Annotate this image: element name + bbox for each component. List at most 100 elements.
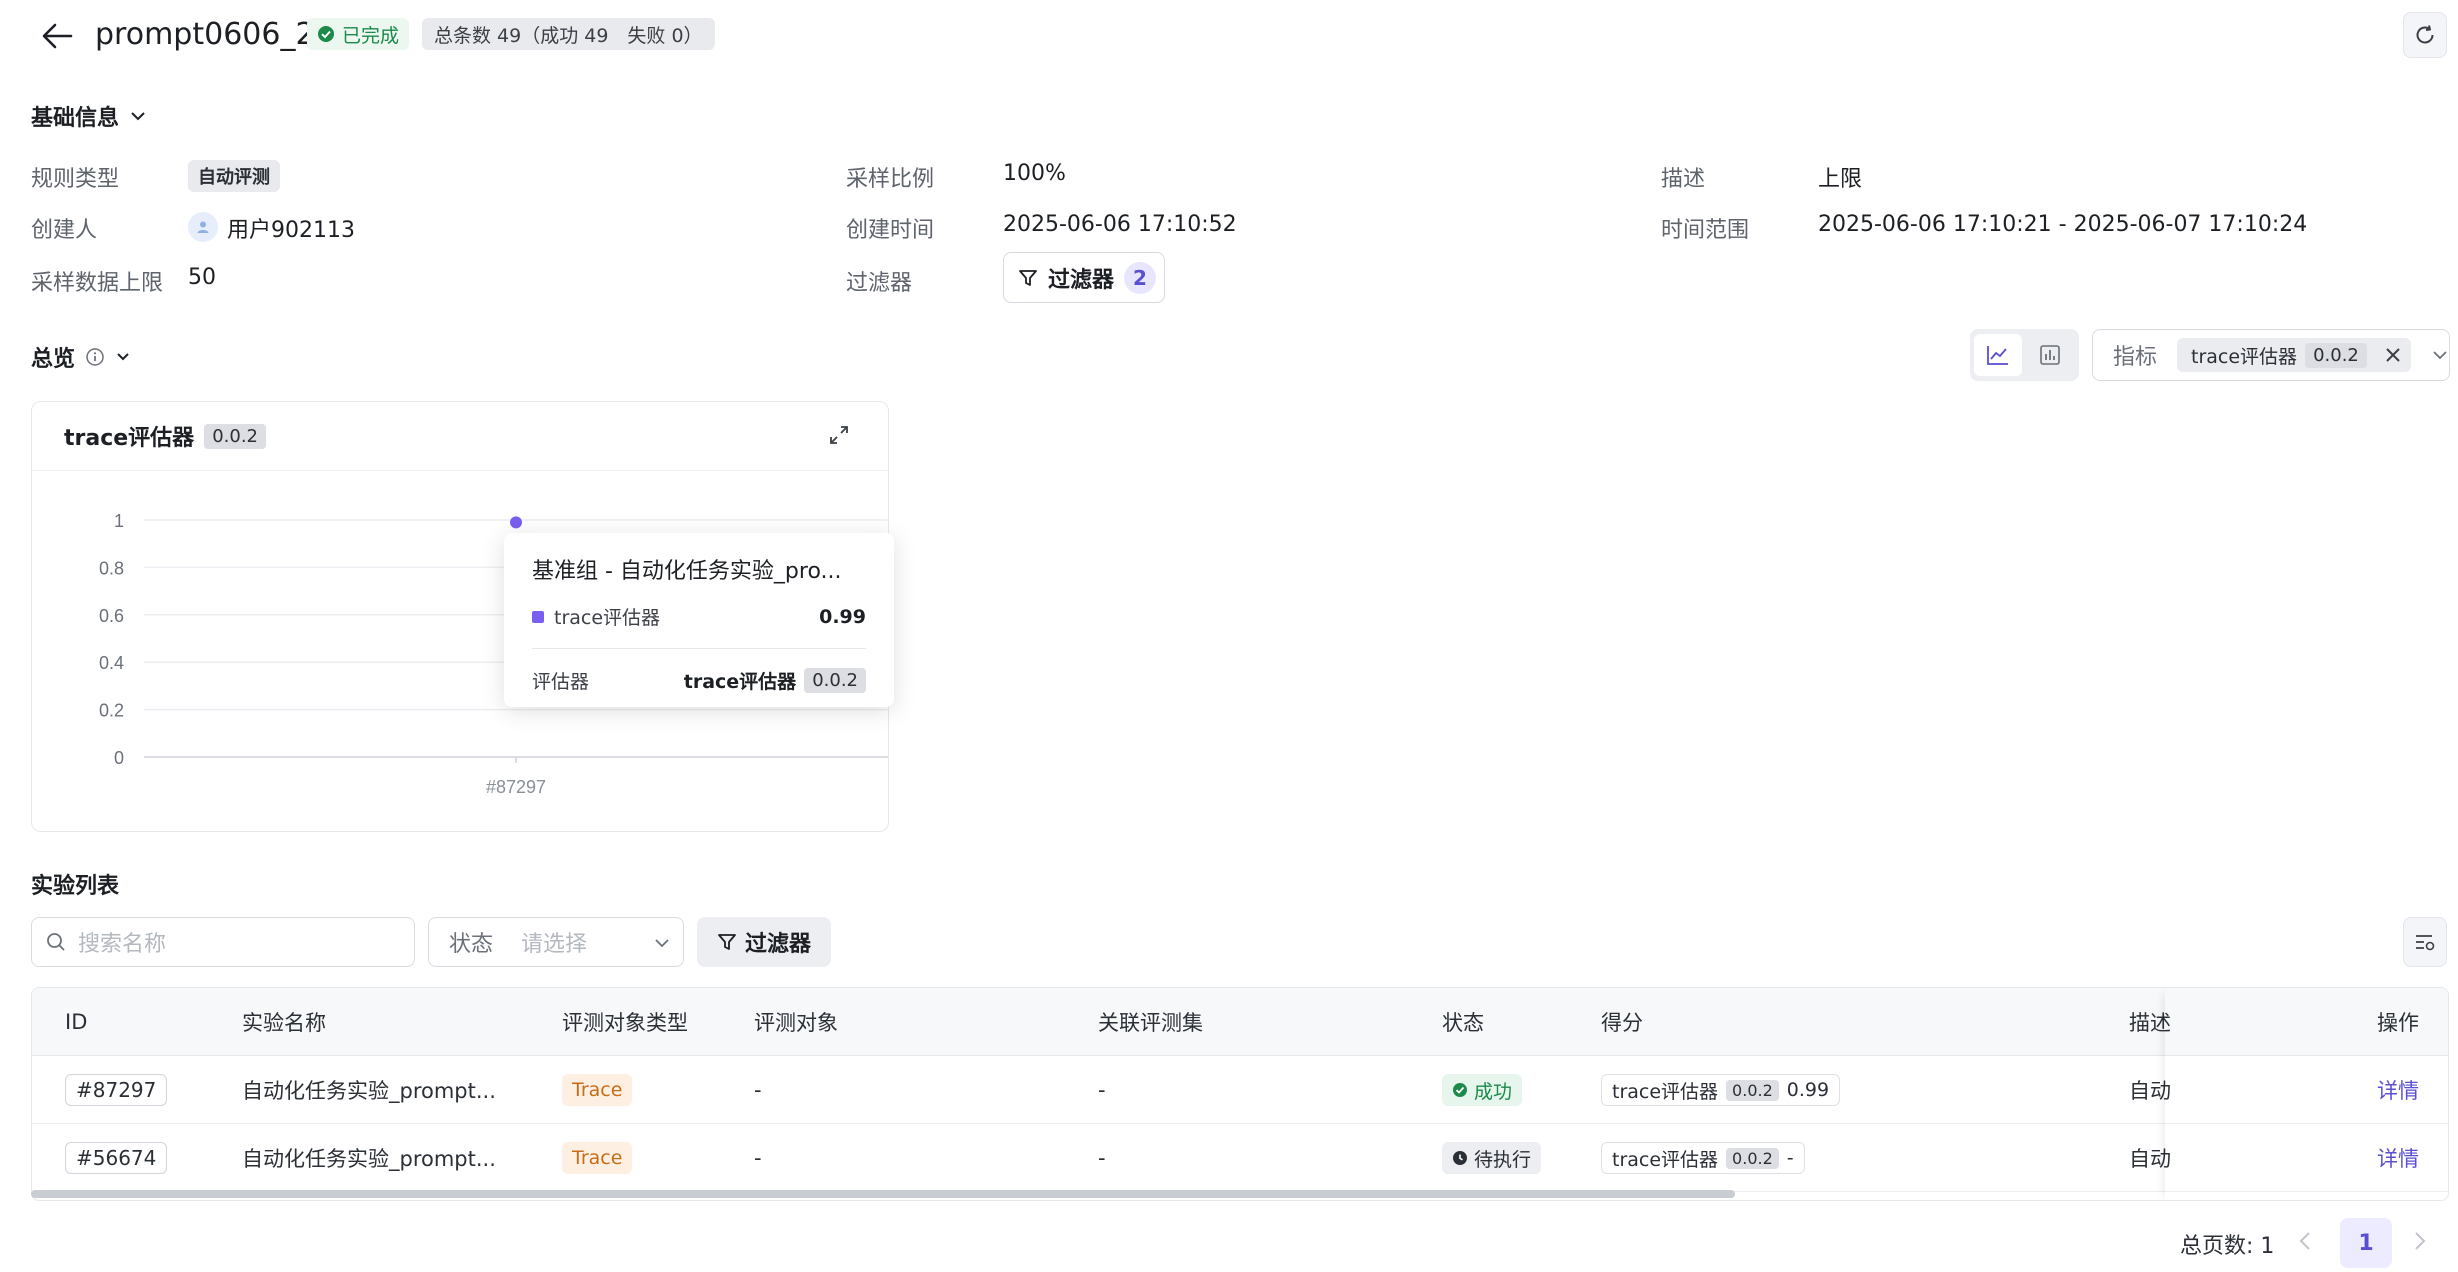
chevron-down-icon[interactable] — [115, 351, 131, 363]
data-point[interactable] — [510, 516, 522, 529]
table-header: ID 实验名称 评测对象类型 评测对象 关联评测集 状态 得分 描述 操作 — [32, 988, 2448, 1056]
y-tick-label: 0.4 — [99, 653, 124, 673]
chevron-down-icon — [2433, 351, 2447, 360]
tooltip-title: 基准组 - 自动化任务实验_pro... — [532, 559, 842, 584]
legend-swatch — [532, 610, 544, 623]
chart-view-toggle — [1970, 329, 2079, 381]
list-filter-label: 过滤器 — [744, 932, 811, 957]
experiment-table: ID 实验名称 评测对象类型 评测对象 关联评测集 状态 得分 描述 操作 #8… — [31, 987, 2449, 1201]
created-value: 2025-06-06 17:10:52 — [1003, 212, 1237, 237]
y-tick-label: 1 — [114, 511, 124, 531]
metric-select[interactable]: 指标 trace评估器 0.0.2 — [2092, 329, 2450, 381]
tooltip-divider — [532, 648, 866, 649]
row-detail-link[interactable]: 详情 — [2377, 1143, 2419, 1173]
basic-filter-label: 过滤器 — [1048, 267, 1115, 293]
limit-label: 采样数据上限 — [31, 271, 164, 296]
row-desc: 自动 — [2129, 1147, 2171, 1171]
desc-value: 上限 — [1818, 167, 1863, 192]
pagination-total: 总页数: 1 — [2180, 1234, 2275, 1259]
line-chart-view-button[interactable] — [1974, 334, 2022, 376]
total-count-tag: 总条数 49（成功 49 失败 0） — [422, 18, 715, 50]
avatar — [188, 212, 218, 242]
check-circle-icon — [318, 26, 334, 42]
range-label: 时间范围 — [1661, 218, 1750, 243]
pagination-prev-button[interactable] — [2298, 1230, 2312, 1252]
ratio-value: 100% — [1003, 161, 1066, 186]
col-target: 评测对象 — [754, 1011, 838, 1035]
search-placeholder: 搜索名称 — [78, 932, 167, 957]
row-status-badge: 成功 — [1442, 1074, 1523, 1106]
row-score-version: 0.0.2 — [1726, 1079, 1779, 1101]
x-tick-label: #87297 — [486, 777, 546, 797]
chevron-right-icon — [2415, 1232, 2426, 1250]
chevron-left-icon — [2299, 1232, 2310, 1250]
back-button[interactable] — [34, 16, 80, 56]
bar-chart-icon — [2040, 345, 2060, 365]
row-dataset: - — [1098, 1078, 1106, 1102]
y-tick-label: 0.6 — [99, 606, 124, 626]
filter-icon — [1019, 269, 1037, 286]
ratio-label: 采样比例 — [846, 167, 935, 192]
col-dataset: 关联评测集 — [1098, 1011, 1203, 1035]
tooltip-series-value: 0.99 — [819, 605, 866, 628]
status-select[interactable]: 状态 请选择 — [428, 917, 684, 967]
refresh-icon — [2416, 25, 2434, 44]
info-icon[interactable] — [85, 347, 105, 367]
row-score-chip: trace评估器 0.0.2 - — [1601, 1142, 1805, 1174]
horizontal-scrollbar[interactable] — [31, 1190, 1735, 1198]
row-score-name: trace评估器 — [1612, 1148, 1719, 1171]
row-score-version: 0.0.2 — [1726, 1147, 1779, 1169]
row-id[interactable]: #56674 — [65, 1142, 168, 1174]
filter-icon — [718, 934, 736, 950]
col-id: ID — [65, 1010, 88, 1034]
col-desc: 描述 — [2129, 1011, 2171, 1035]
arrow-left-icon — [42, 23, 73, 49]
basic-info-toggle[interactable]: 基础信息 — [31, 100, 147, 132]
row-name: 自动化任务实验_prompt... — [242, 1147, 496, 1171]
search-input[interactable]: 搜索名称 — [31, 917, 415, 967]
col-actions: 操作 — [2377, 1011, 2419, 1035]
close-icon[interactable] — [2383, 345, 2403, 365]
created-label: 创建时间 — [846, 218, 935, 243]
tooltip-evaluator-name: trace评估器 — [683, 671, 797, 693]
col-name: 实验名称 — [242, 1011, 326, 1035]
status-badge: 已完成 — [307, 18, 410, 50]
row-detail-link[interactable]: 详情 — [2377, 1075, 2419, 1105]
creator-value: 用户902113 — [227, 218, 355, 243]
y-tick-label: 0 — [114, 748, 124, 768]
list-filter-button[interactable]: 过滤器 — [697, 917, 831, 967]
line-chart-icon — [1987, 346, 2008, 365]
row-score-value: - — [1786, 1147, 1794, 1169]
range-value: 2025-06-06 17:10:21 - 2025-06-07 17:10:2… — [1818, 212, 2308, 237]
row-score-value: 0.99 — [1786, 1079, 1830, 1101]
metric-chip: trace评估器 0.0.2 — [2177, 338, 2411, 372]
row-type-tag: Trace — [562, 1074, 633, 1106]
row-status-badge: 待执行 — [1442, 1142, 1542, 1174]
filter-count-badge: 2 — [1124, 261, 1157, 294]
expand-button[interactable] — [828, 424, 856, 452]
overview-title: 总览 — [31, 347, 76, 372]
clock-icon — [1453, 1151, 1467, 1165]
status-text: 已完成 — [342, 24, 400, 47]
pagination-next-button[interactable] — [2413, 1230, 2427, 1252]
user-icon — [197, 221, 209, 233]
status-select-label: 状态 — [449, 932, 494, 957]
basic-filter-button[interactable]: 过滤器 2 — [1003, 252, 1165, 303]
expand-icon — [830, 426, 848, 444]
column-settings-button[interactable] — [2403, 917, 2447, 967]
chevron-down-icon — [131, 112, 145, 121]
table-row[interactable]: #87297 自动化任务实验_prompt... Trace - - 成功 tr… — [32, 1056, 2448, 1124]
filter-label: 过滤器 — [846, 271, 913, 296]
refresh-button[interactable] — [2403, 12, 2447, 58]
y-tick-label: 0.8 — [99, 558, 124, 578]
row-target: - — [754, 1146, 762, 1170]
row-id[interactable]: #87297 — [65, 1074, 168, 1106]
metric-chip-name: trace评估器 — [2191, 345, 2298, 368]
row-score-name: trace评估器 — [1612, 1080, 1719, 1103]
table-row[interactable]: #56674 自动化任务实验_prompt... Trace - - 待执行 t… — [32, 1124, 2448, 1192]
chart-tooltip: 基准组 - 自动化任务实验_pro... trace评估器 0.99 评估器 t… — [504, 533, 894, 707]
row-status-text: 待执行 — [1474, 1148, 1532, 1171]
bar-chart-view-button[interactable] — [2026, 334, 2074, 376]
pagination-page[interactable]: 1 — [2340, 1218, 2392, 1268]
col-status: 状态 — [1442, 1011, 1484, 1035]
